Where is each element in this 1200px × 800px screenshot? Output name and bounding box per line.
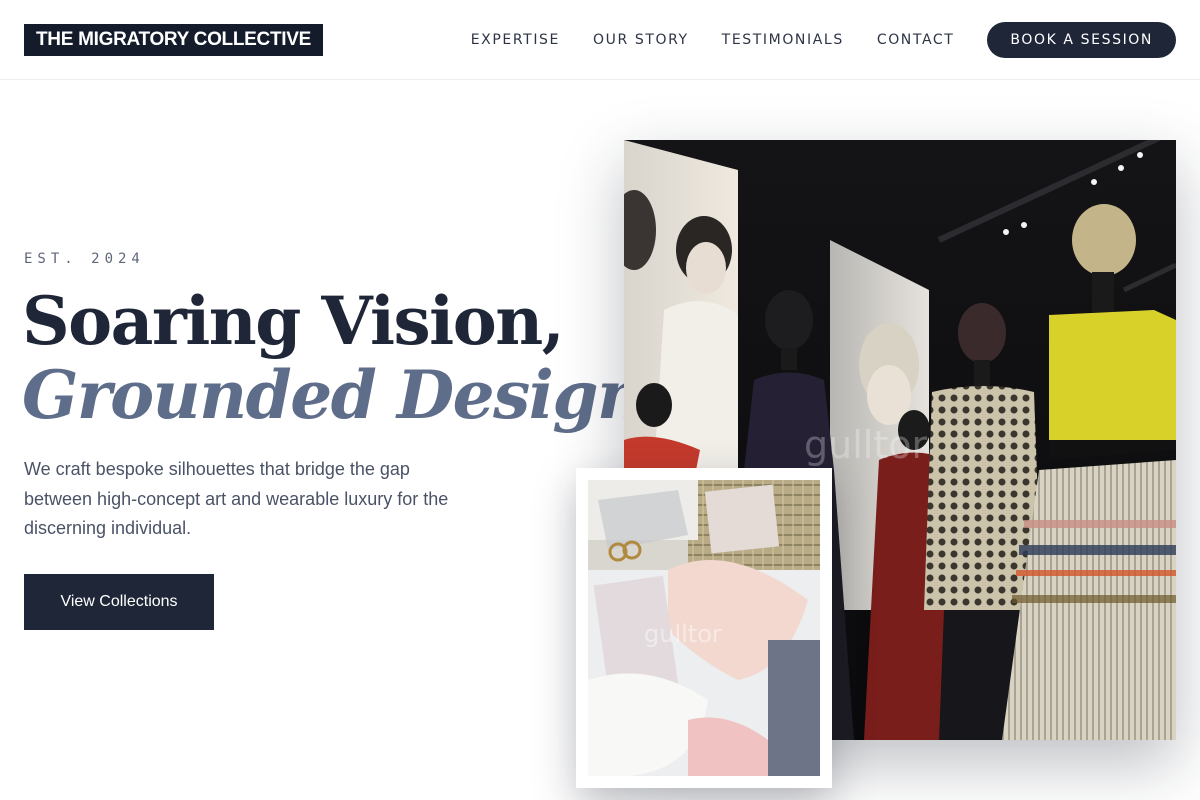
hero-headline-line2: Grounded Design. — [22, 356, 666, 434]
book-session-button[interactable]: BOOK A SESSION — [987, 22, 1176, 58]
swatches-photo: gulltor — [588, 480, 820, 776]
hero-description: We craft bespoke silhouettes that bridge… — [24, 459, 449, 538]
exhibition-watermark: gulltor — [804, 423, 927, 467]
nav-link-our-story[interactable]: OUR STORY — [593, 32, 689, 48]
site-logo[interactable]: THE MIGRATORY COLLECTIVE — [24, 24, 323, 56]
site-header: THE MIGRATORY COLLECTIVE EXPERTISE OUR S… — [0, 0, 1200, 80]
view-collections-button[interactable]: View Collections — [24, 574, 214, 630]
main-nav: EXPERTISE OUR STORY TESTIMONIALS CONTACT… — [471, 22, 1176, 58]
hero-eyebrow: EST. 2024 — [24, 251, 145, 267]
nav-link-expertise[interactable]: EXPERTISE — [471, 32, 560, 48]
hero-headline: Soaring Vision, Grounded Design. — [22, 282, 666, 434]
swatches-watermark: gulltor — [644, 620, 722, 648]
swatches-photo-frame: gulltor — [576, 468, 832, 788]
nav-link-testimonials[interactable]: TESTIMONIALS — [722, 32, 844, 48]
nav-link-contact[interactable]: CONTACT — [877, 32, 955, 48]
hero-headline-line1: Soaring Vision, — [22, 282, 565, 360]
swatches-photo-art: gulltor — [588, 480, 820, 776]
